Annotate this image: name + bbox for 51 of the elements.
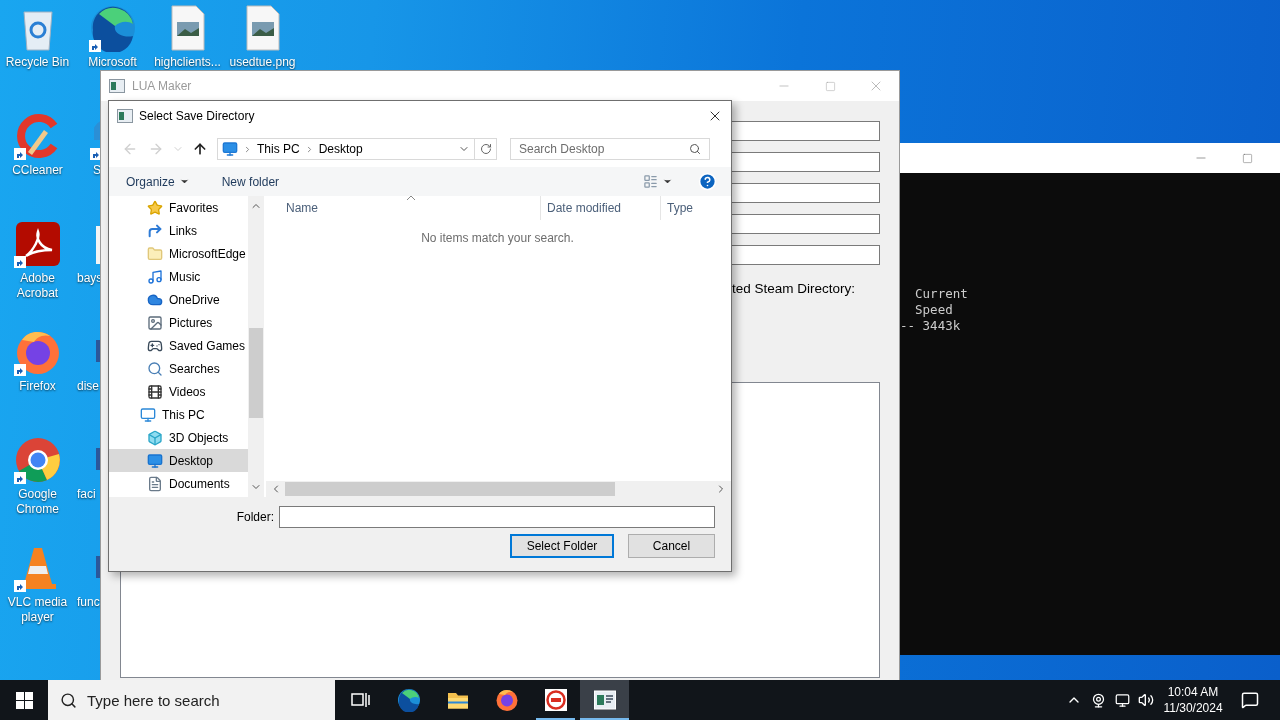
icon-label: bays (77, 271, 103, 286)
organize-menu[interactable]: Organize (119, 170, 197, 193)
icon-label: Firefox (18, 379, 57, 394)
new-folder-button[interactable]: New folder (214, 170, 287, 193)
tree-item[interactable]: Documents (109, 472, 248, 495)
window-title: LUA Maker (132, 79, 193, 93)
icon-label: func (77, 595, 100, 610)
tree-item[interactable]: MicrosoftEdge (109, 242, 248, 265)
address-bar[interactable]: This PC Desktop (217, 138, 475, 160)
tree-item[interactable]: Links (109, 219, 248, 242)
tree-item[interactable]: Favorites (109, 196, 248, 219)
tree-item[interactable]: OneDrive (109, 288, 248, 311)
icon-label: Recycle Bin (4, 55, 71, 70)
breadcrumb[interactable]: This PC (257, 142, 300, 156)
column-header[interactable]: Date modified (541, 196, 661, 220)
clock-date[interactable]: 11/30/2024 (1163, 700, 1223, 716)
tree-item[interactable]: Saved Games (109, 334, 248, 357)
field-label: ted Steam Directory: (732, 281, 856, 296)
icon-label: usedtue.png (228, 55, 297, 70)
tree-item[interactable]: Videos (109, 380, 248, 403)
tree-item[interactable]: 3D Objects (109, 426, 248, 449)
taskbar-search-field[interactable]: Type here to search (48, 680, 335, 720)
field-label: Folder: (235, 510, 274, 524)
icon-label: Google Chrome (15, 487, 60, 517)
clock-time[interactable]: 10:04 AM (1167, 684, 1219, 700)
tree-item[interactable]: Searches (109, 357, 248, 380)
dialog-button[interactable]: Cancel (628, 534, 715, 558)
icon-label: S (93, 163, 101, 178)
breadcrumb[interactable]: Desktop (318, 142, 363, 156)
icon-label: Microsoft (87, 55, 138, 70)
empty-message: No items match your search. (421, 231, 574, 245)
icon-label: dise (77, 379, 99, 394)
search-input[interactable]: Search Desktop (519, 142, 689, 156)
search-input[interactable]: Type here to search (87, 691, 335, 709)
dialog-title: Select Save Directory (139, 109, 256, 123)
console-text: -- 3443k (900, 318, 961, 334)
icon-label: faci (77, 487, 96, 502)
tree-item[interactable]: Music (109, 265, 248, 288)
tree-item[interactable]: This PC (109, 403, 248, 426)
icon-label: highclients... (153, 55, 222, 70)
icon-label: CCleaner (11, 163, 64, 178)
console-text: Current (914, 286, 968, 302)
column-header[interactable]: Name (266, 196, 541, 220)
search-field[interactable]: Search Desktop (510, 138, 710, 160)
icon-label: VLC media player (6, 595, 69, 625)
tree-item[interactable]: Pictures (109, 311, 248, 334)
tree-item[interactable]: Desktop (109, 449, 248, 472)
icon-label: Adobe Acrobat (15, 271, 60, 301)
console-text: Speed (914, 302, 953, 318)
dialog-button[interactable]: Select Folder (510, 534, 614, 558)
column-header[interactable]: Type (661, 196, 731, 220)
